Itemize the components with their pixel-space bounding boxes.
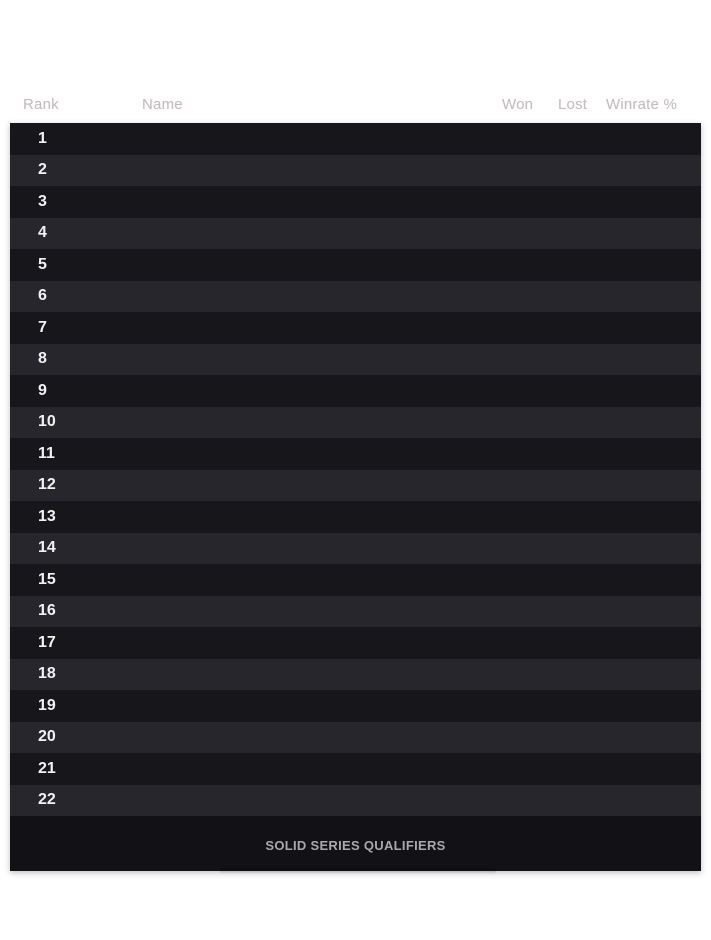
rank-cell: 15 [38,570,56,588]
table-row: 3 [10,186,701,218]
rank-cell: 18 [38,665,56,683]
rank-cell: 14 [38,539,56,557]
table-row: 1 [10,123,701,155]
rank-cell: 19 [38,696,56,714]
table-row: 13 [10,501,701,533]
leaderboard-table: 1 2 3 4 5 6 7 8 9 10 11 12 13 14 15 16 17 18 19 20 21 22 SOLI… [10,123,701,871]
table-row: 6 [10,280,701,312]
rank-cell: 6 [38,287,47,305]
rank-cell: 2 [38,161,47,179]
rank-cell: 9 [38,381,47,399]
rank-cell: 11 [38,444,55,462]
rank-cell: 22 [38,791,56,809]
rank-cell: 7 [38,318,47,336]
table-row: 18 [10,658,701,690]
rank-cell: 4 [38,224,47,242]
rank-cell: 13 [38,507,56,525]
rank-cell: 5 [38,255,47,273]
table-row: 22 [10,784,701,816]
rank-cell: 8 [38,350,47,368]
table-row: 17 [10,627,701,659]
table-row: 2 [10,154,701,186]
rank-cell: 16 [38,602,56,620]
leaderboard-footer: SOLID SERIES QUALIFIERS [10,816,701,871]
rank-cell: 10 [38,413,56,431]
leaderboard-rows: 1 2 3 4 5 6 7 8 9 10 11 12 13 14 15 16 17 18 19 20 21 22 [10,123,701,816]
footer-title: SOLID SERIES QUALIFIERS [265,838,446,853]
table-row: 15 [10,564,701,596]
table-row: 10 [10,406,701,438]
footer-shadow [220,868,496,874]
rank-cell: 17 [38,633,56,651]
column-header-lost: Lost [558,96,588,113]
table-row: 8 [10,343,701,375]
column-header-won: Won [502,96,534,113]
table-row: 16 [10,595,701,627]
table-row: 21 [10,753,701,785]
rank-cell: 21 [38,759,56,777]
table-row: 5 [10,249,701,281]
rank-cell: 1 [38,129,47,147]
leaderboard-page: Rank Name Won Lost Winrate % 1 2 3 4 5 6 7 8 9 10… [0,0,711,940]
table-row: 14 [10,532,701,564]
table-row: 7 [10,312,701,344]
table-header: Rank Name Won Lost Winrate % [10,96,701,120]
table-row: 11 [10,438,701,470]
column-header-winrate: Winrate % [606,96,677,113]
table-row: 4 [10,217,701,249]
rank-cell: 12 [38,476,56,494]
table-row: 19 [10,690,701,722]
column-header-rank: Rank [23,96,59,113]
table-row: 20 [10,721,701,753]
column-header-name: Name [142,96,183,113]
table-row: 9 [10,375,701,407]
table-row: 12 [10,469,701,501]
rank-cell: 3 [38,192,47,210]
rank-cell: 20 [38,728,56,746]
